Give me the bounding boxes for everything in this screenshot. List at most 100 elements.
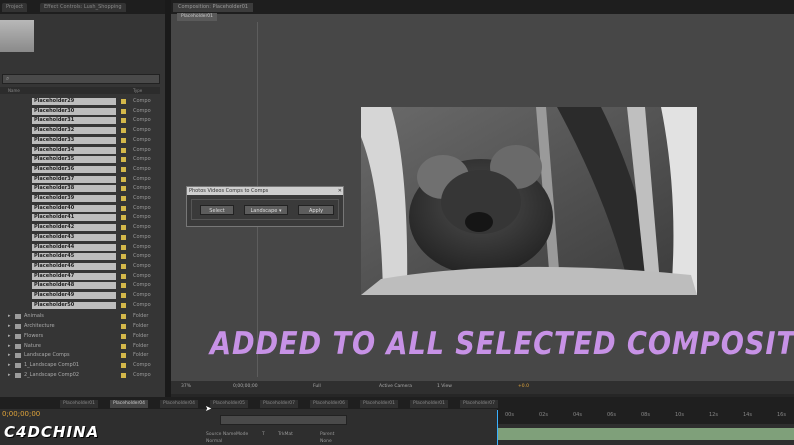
apply-button[interactable]: Apply bbox=[298, 205, 334, 215]
project-item-row[interactable]: Placeholder42 Compo bbox=[0, 223, 158, 232]
project-item-row[interactable]: Placeholder39 Compo bbox=[0, 194, 158, 203]
resolution-dropdown[interactable]: Full bbox=[311, 383, 323, 391]
label-color-icon bbox=[121, 343, 126, 349]
composition-icon bbox=[121, 283, 126, 289]
timeline-tab[interactable]: Placeholder04 bbox=[110, 400, 149, 408]
label-color-icon bbox=[121, 324, 126, 330]
item-name: Placeholder41 bbox=[32, 214, 116, 222]
composition-icon bbox=[121, 99, 126, 104]
tab-effect-controls[interactable]: Effect Controls: Lush_Shopping bbox=[40, 3, 126, 12]
ruler-tick-label: 12s bbox=[709, 412, 718, 418]
current-time[interactable]: 0;00;00;00 bbox=[231, 383, 260, 391]
item-name: Placeholder30 bbox=[32, 107, 116, 115]
playhead[interactable] bbox=[497, 410, 498, 445]
project-item-row[interactable]: Placeholder45 Compo bbox=[0, 252, 158, 261]
timeline-timecode[interactable]: 0;00;00;00 bbox=[2, 410, 40, 418]
project-folder-row[interactable]: ▸ Flowers Folder bbox=[0, 332, 158, 341]
item-type: Compo bbox=[133, 292, 151, 298]
project-item-row[interactable]: Placeholder29 Compo bbox=[0, 97, 158, 106]
project-item-row[interactable]: Placeholder35 Compo bbox=[0, 155, 158, 164]
item-name: Placeholder50 bbox=[32, 301, 116, 309]
tab-composition-sub[interactable]: Placeholder01 bbox=[177, 13, 218, 21]
zoom-dropdown[interactable]: 37% bbox=[179, 383, 193, 391]
expand-arrow-icon[interactable]: ▸ bbox=[8, 342, 11, 351]
timeline-tab[interactable]: Placeholder07 bbox=[260, 400, 299, 408]
folder-icon bbox=[15, 343, 21, 349]
timeline-tab[interactable]: Placeholder01 bbox=[60, 400, 99, 408]
folder-name: Nature bbox=[24, 342, 41, 349]
project-item-row[interactable]: Placeholder31 Compo bbox=[0, 116, 158, 125]
project-item-row[interactable]: Placeholder43 Compo bbox=[0, 233, 158, 242]
tab-composition[interactable]: Composition: Placeholder01 bbox=[173, 3, 254, 12]
camera-dropdown[interactable]: Active Camera bbox=[377, 383, 414, 391]
composition-icon bbox=[121, 254, 126, 260]
project-folder-row[interactable]: ▸ Landscape Comps Folder bbox=[0, 351, 158, 360]
project-item-row[interactable]: Placeholder50 Compo bbox=[0, 301, 158, 310]
project-item-row[interactable]: Placeholder32 Compo bbox=[0, 126, 158, 135]
time-ruler[interactable]: 00s 02s 04s 06s 08s 10s 12s 14s 16s bbox=[497, 409, 794, 424]
mouse-cursor-icon: ➤ bbox=[205, 404, 212, 413]
timeline-tab[interactable]: Placeholder07 bbox=[460, 400, 499, 408]
exposure-offset[interactable]: +0.0 bbox=[516, 383, 531, 391]
composition-icon bbox=[121, 302, 126, 308]
ruler-tick-label: 16s bbox=[777, 412, 786, 418]
project-thumbnail bbox=[0, 20, 34, 52]
project-item-row[interactable]: Placeholder30 Compo bbox=[0, 107, 158, 116]
composition-icon bbox=[121, 128, 126, 134]
timeline-search-input[interactable] bbox=[220, 415, 347, 425]
item-type: Compo bbox=[133, 301, 151, 308]
row-parent-dropdown[interactable]: None bbox=[320, 439, 332, 444]
composition-icon bbox=[121, 166, 126, 172]
expand-arrow-icon[interactable]: ▸ bbox=[8, 361, 11, 370]
project-item-row[interactable]: Placeholder34 Compo bbox=[0, 146, 158, 155]
project-item-row[interactable]: Placeholder46 Compo bbox=[0, 262, 158, 271]
folder-type: Compo bbox=[133, 361, 151, 368]
project-item-row[interactable]: Placeholder33 Compo bbox=[0, 136, 158, 145]
project-item-row[interactable]: Placeholder41 Compo bbox=[0, 213, 158, 222]
expand-arrow-icon[interactable]: ▸ bbox=[8, 322, 11, 331]
project-search-input[interactable]: ⌕ bbox=[2, 74, 160, 84]
project-item-row[interactable]: Placeholder47 Compo bbox=[0, 272, 158, 281]
project-item-row[interactable]: Placeholder44 Compo bbox=[0, 243, 158, 252]
timeline-tab[interactable]: Placeholder05 bbox=[210, 400, 249, 408]
item-type: Compo bbox=[133, 165, 151, 172]
layer-track-bar[interactable] bbox=[497, 428, 794, 440]
project-folder-row[interactable]: ▸ Architecture Folder bbox=[0, 322, 158, 331]
item-type: Compo bbox=[133, 272, 151, 279]
folder-name: 2_Landscape Comp02 bbox=[24, 371, 80, 378]
expand-arrow-icon[interactable]: ▸ bbox=[8, 371, 11, 380]
expand-arrow-icon[interactable]: ▸ bbox=[8, 312, 11, 321]
project-item-row[interactable]: Placeholder36 Compo bbox=[0, 165, 158, 174]
orientation-dropdown[interactable]: Landscape ▾ bbox=[244, 205, 288, 215]
project-item-row[interactable]: Placeholder37 Compo bbox=[0, 175, 158, 184]
expand-arrow-icon[interactable]: ▸ bbox=[8, 351, 11, 360]
tab-project[interactable]: Project bbox=[2, 3, 28, 12]
views-dropdown[interactable]: 1 View bbox=[435, 383, 454, 391]
composition-icon bbox=[121, 147, 126, 153]
koala-photo bbox=[361, 107, 697, 295]
column-type[interactable]: Type bbox=[133, 87, 142, 94]
project-item-row[interactable]: Placeholder38 Compo bbox=[0, 184, 158, 193]
select-button[interactable]: Select bbox=[200, 205, 234, 215]
project-folder-row[interactable]: ▸ 1_Landscape Comp01 Compo bbox=[0, 361, 158, 370]
project-item-row[interactable]: Placeholder48 Compo bbox=[0, 281, 158, 290]
project-folder-row[interactable]: ▸ Nature Folder bbox=[0, 342, 158, 351]
timeline-tab[interactable]: Placeholder04 bbox=[160, 400, 199, 408]
timeline-tab[interactable]: Placeholder06 bbox=[310, 400, 349, 408]
project-folder-row[interactable]: ▸ Animals Folder bbox=[0, 312, 158, 321]
close-icon[interactable]: ✕ bbox=[338, 187, 342, 195]
project-item-row[interactable]: Placeholder49 Compo bbox=[0, 291, 158, 300]
composition-icon bbox=[121, 205, 126, 211]
folder-icon bbox=[15, 372, 21, 378]
search-icon: ⌕ bbox=[6, 75, 10, 82]
expand-arrow-icon[interactable]: ▸ bbox=[8, 332, 11, 341]
timeline-tab[interactable]: Placeholder01 bbox=[360, 400, 399, 408]
project-item-row[interactable]: Placeholder40 Compo bbox=[0, 204, 158, 213]
column-name[interactable]: Name bbox=[8, 87, 20, 94]
project-folder-row[interactable]: ▸ 2_Landscape Comp02 Compo bbox=[0, 371, 158, 380]
item-type: Compo bbox=[133, 253, 151, 260]
row-mode-dropdown[interactable]: Normal bbox=[206, 439, 222, 444]
item-name: Placeholder44 bbox=[32, 243, 116, 251]
item-type: Compo bbox=[133, 175, 151, 182]
timeline-tab[interactable]: Placeholder01 bbox=[410, 400, 449, 408]
